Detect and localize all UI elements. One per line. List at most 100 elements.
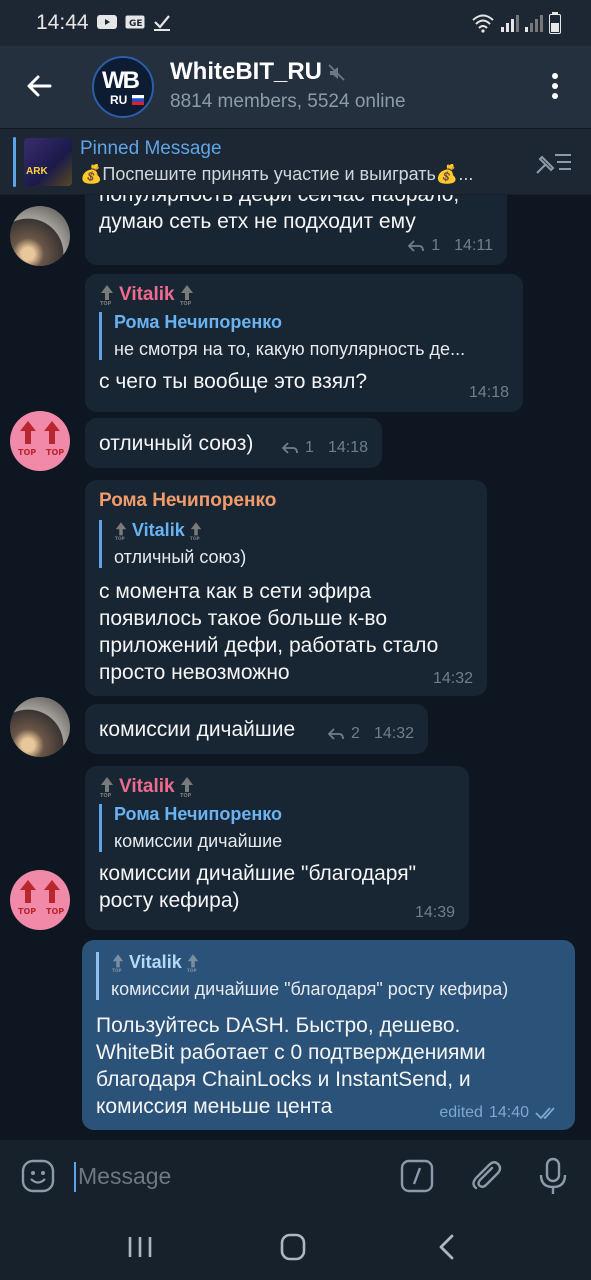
message-text-line: думаю сеть етх не подходит ему [99,210,416,233]
message-text-line: росту кефира) [99,889,240,912]
gallery-icon: GE [125,15,145,29]
top-badge-icon: TOP [187,953,198,973]
svg-text:TOP: TOP [190,535,201,540]
svg-text:TOP: TOP [112,967,123,972]
message-text-line: приложений дефи, работать стало [99,634,439,657]
reply-author: TOP Vitalik TOP [111,952,561,973]
pinned-title: Pinned Message [80,138,222,159]
message-text-line: появилось такое больше к-во [99,607,388,630]
user-avatar[interactable]: TOP TOP [10,870,70,930]
battery-icon [549,12,561,34]
svg-text:TOP: TOP [187,967,198,972]
chat-member-count: 8814 members, 5524 online [170,91,406,112]
back-arrow-icon[interactable] [22,68,58,104]
text-caret [74,1162,76,1192]
message-meta: 1 14:11 [407,237,493,255]
svg-text:TOP: TOP [18,448,36,457]
microphone-icon[interactable] [536,1156,570,1196]
reply-count[interactable]: 2 [351,725,360,743]
signal-icon [501,15,519,32]
reply-preview[interactable]: TOP Vitalik TOP комиссии дичайшие "благо… [96,952,561,1000]
pin-list-icon[interactable] [533,147,573,177]
reply-preview[interactable]: Рома Нечипоренко не смотря на то, какую … [99,312,509,360]
message-text-line: популярность дефи сейчас набрало, [99,195,493,208]
message-bubble[interactable]: отличный союз) 1 14:18 [85,418,382,468]
user-avatar[interactable] [10,697,70,757]
reply-text: комиссии дичайшие [114,831,283,851]
recent-apps-icon[interactable] [120,1230,160,1264]
message-time: 14:39 [414,904,455,921]
message-bubble[interactable]: TOP Vitalik TOP Рома Нечипоренко не смот… [85,274,523,412]
message-text-line: комиссии дичайшие "благодаря" [99,862,417,885]
pinned-thumbnail: ARK [24,138,72,186]
reply-count[interactable]: 1 [431,237,440,255]
signal-icon [525,15,543,32]
chat-title[interactable]: WhiteBIT_RU [170,58,322,86]
message-bubble[interactable]: Рома Нечипоренко TOP Vitalik TOP отличны… [85,480,487,696]
group-avatar[interactable]: WB RU [92,56,154,118]
status-bar: 14:44 GE [0,0,591,46]
svg-text:TOP: TOP [180,793,192,798]
reply-arrow-icon[interactable] [407,239,425,253]
reply-author: Рома Нечипоренко [114,804,282,824]
reply-author-text: Vitalik [132,520,185,540]
top-badge-icon: TOP TOP [18,880,64,916]
svg-text:TOP: TOP [180,301,192,306]
edited-label: edited [439,1104,483,1121]
check-icon [154,15,170,31]
message-input[interactable] [78,1158,378,1194]
youtube-icon [97,15,117,29]
more-menu-icon[interactable] [539,68,571,104]
top-badge-icon: TOP [112,953,124,973]
svg-text:TOP: TOP [100,793,112,798]
message-meta: 14:18 [469,384,509,402]
message-text: с чего ты вообще это взял? [99,370,368,393]
message-meta: 14:32 [433,670,473,688]
reply-text: отличный союз) [114,547,247,567]
emoji-icon[interactable] [20,1158,56,1194]
message-meta: edited 14:40 [439,1104,561,1122]
message-bubble[interactable]: TOP Vitalik TOP Рома Нечипоренко комисси… [85,766,469,930]
reply-arrow-icon[interactable] [281,441,299,455]
attach-icon[interactable] [468,1158,504,1194]
back-nav-icon[interactable] [428,1230,468,1264]
svg-text:GE: GE [129,19,143,29]
message-bubble[interactable]: комиссии дичайшие 2 14:32 [85,704,428,754]
reply-author: TOP Vitalik TOP [114,520,473,541]
pinned-thumbnail-text: ARK [26,166,48,177]
pinned-message-bar[interactable]: ARK Pinned Message 💰Поспешите принять уч… [0,128,591,194]
message-text-line: WhiteBit работает с 0 подтверждениями [96,1041,486,1064]
message-text-line: с момента как в сети эфира [99,580,372,603]
bot-commands-icon[interactable] [400,1159,434,1193]
status-time: 14:44 [36,11,89,34]
top-badge-icon: TOP [115,521,127,541]
top-badge-icon: TOP [100,285,113,306]
sender-name[interactable]: TOP Vitalik TOP [99,284,509,306]
system-navigation-bar [0,1212,591,1280]
reply-arrow-icon[interactable] [327,727,345,741]
message-list[interactable]: популярность дефи сейчас набрало, думаю … [0,195,591,1140]
svg-text:TOP: TOP [46,907,64,916]
user-avatar[interactable] [10,206,70,266]
sender-name[interactable]: Рома Нечипоренко [99,490,473,512]
chat-header: WB RU WhiteBIT_RU 8814 members, 5524 onl… [0,46,591,128]
message-text-line: благодаря ChainLocks и InstantSend, и [96,1068,471,1091]
muted-icon [328,64,345,81]
reply-text: не смотря на то, какую популярность де..… [114,339,466,359]
sender-name[interactable]: TOP Vitalik TOP [99,776,455,798]
reply-count[interactable]: 1 [305,439,314,457]
status-notification-icons: GE [97,13,171,31]
pinned-text: 💰Поспешите принять участие и выиграть💰..… [80,164,474,184]
home-icon[interactable] [273,1230,313,1264]
message-input-bar [0,1140,591,1212]
outgoing-message-bubble[interactable]: TOP Vitalik TOP комиссии дичайшие "благо… [82,940,575,1130]
message-meta: 14:39 [415,904,455,922]
reply-preview[interactable]: Рома Нечипоренко комиссии дичайшие [99,804,455,852]
top-badge-icon: TOP [180,285,193,306]
sender-name-text: Vitalik [119,776,175,797]
top-badge-icon: TOP [100,777,113,798]
message-time: 14:11 [454,237,493,254]
reply-preview[interactable]: TOP Vitalik TOP отличный союз) [99,520,473,568]
message-bubble[interactable]: популярность дефи сейчас набрало, думаю … [85,195,507,265]
user-avatar[interactable]: TOP TOP [10,411,70,471]
